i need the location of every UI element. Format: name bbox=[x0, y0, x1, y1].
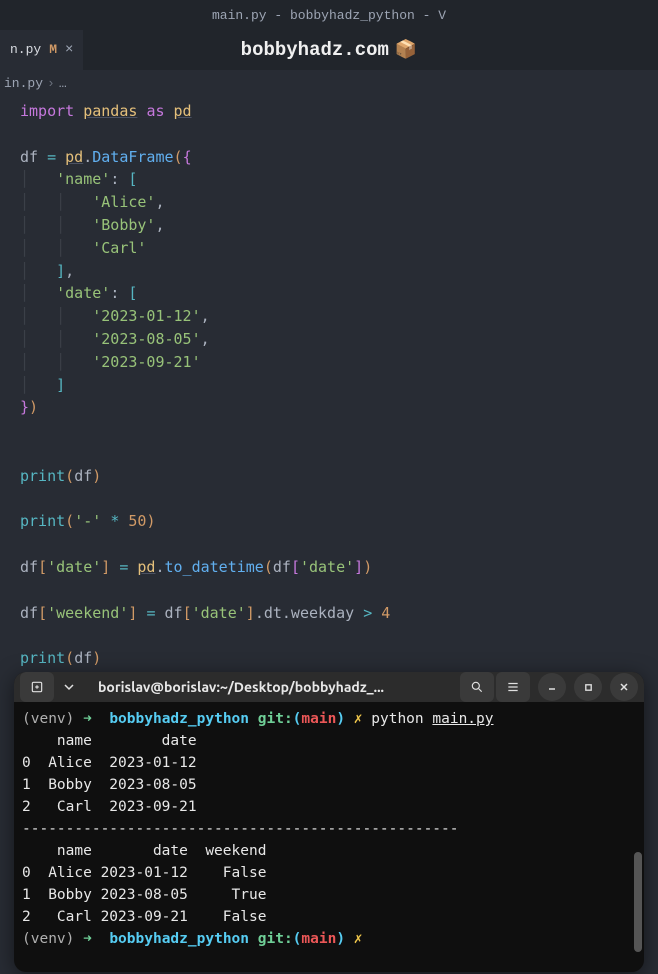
out-row-2: 2 Carl 2023-09-21 bbox=[22, 799, 197, 815]
window-titlebar: main.py - bobbyhadz_python - V bbox=[0, 0, 658, 30]
tab-main-py[interactable]: n.py M × bbox=[0, 30, 83, 70]
new-tab-button[interactable] bbox=[20, 672, 54, 702]
menu-button[interactable] bbox=[496, 672, 530, 702]
close-icon bbox=[619, 682, 629, 692]
search-icon bbox=[470, 680, 484, 694]
chevron-down-icon bbox=[64, 682, 74, 692]
out-row-1: 1 Bobby 2023-08-05 bbox=[22, 777, 197, 793]
minimize-icon bbox=[547, 682, 557, 692]
maximize-icon bbox=[584, 683, 593, 692]
editor-tabs-area: n.py M × bobbyhadz.com 📦 bbox=[0, 30, 658, 70]
code-editor[interactable]: import pandas as pd df = pd.DataFrame({ … bbox=[0, 96, 658, 670]
chevron-right-icon: › bbox=[47, 76, 55, 91]
call-to-datetime: to_datetime bbox=[165, 558, 264, 576]
prompt-venv: (venv) bbox=[22, 711, 74, 727]
out2-row-1: 1 Bobby 2023-08-05 True bbox=[22, 887, 266, 903]
breadcrumb[interactable]: in.py › … bbox=[0, 70, 658, 96]
tab-label: n.py bbox=[10, 42, 41, 57]
out-row-0: 0 Alice 2023-01-12 bbox=[22, 755, 197, 771]
print-2: print bbox=[20, 512, 65, 530]
breadcrumb-more: … bbox=[59, 76, 67, 91]
key-date: 'date' bbox=[56, 284, 110, 302]
site-banner: bobbyhadz.com 📦 bbox=[241, 39, 418, 61]
out-sep: ----------------------------------------… bbox=[22, 821, 459, 837]
tab-dropdown[interactable] bbox=[58, 672, 80, 702]
alias-pd: pd bbox=[174, 102, 192, 120]
terminal-window: borislav@borislav:~/Desktop/bobbyhadz_..… bbox=[14, 672, 644, 972]
key-name: 'name' bbox=[56, 170, 110, 188]
out2-row-2: 2 Carl 2023-09-21 False bbox=[22, 909, 266, 925]
modified-indicator: M bbox=[49, 42, 57, 57]
kw-import: import bbox=[20, 102, 74, 120]
terminal-actions bbox=[460, 672, 638, 702]
prompt-git: git: bbox=[258, 711, 293, 727]
terminal-titlebar: borislav@borislav:~/Desktop/bobbyhadz_..… bbox=[14, 672, 644, 702]
str-d3: '2023-09-21' bbox=[92, 353, 200, 371]
terminal-scrollbar[interactable] bbox=[634, 852, 642, 952]
terminal-body[interactable]: (venv) ➜ bobbyhadz_python git:(main) ✗ p… bbox=[14, 702, 644, 972]
out-header2: name date weekend bbox=[22, 843, 266, 859]
var-df: df bbox=[20, 148, 38, 166]
pd-ref: pd bbox=[65, 148, 83, 166]
print-3: print bbox=[20, 649, 65, 667]
close-icon[interactable]: × bbox=[65, 42, 73, 58]
mod-pandas: pandas bbox=[83, 102, 137, 120]
str-alice: 'Alice' bbox=[92, 193, 155, 211]
str-d1: '2023-01-12' bbox=[92, 307, 200, 325]
banner-text: bobbyhadz.com bbox=[241, 39, 389, 61]
minimize-button[interactable] bbox=[538, 673, 566, 701]
search-button[interactable] bbox=[460, 672, 494, 702]
str-carl: 'Carl' bbox=[92, 239, 146, 257]
out2-row-0: 0 Alice 2023-01-12 False bbox=[22, 865, 266, 881]
op-eq: = bbox=[47, 148, 56, 166]
prompt-dir: bobbyhadz_python bbox=[109, 711, 249, 727]
print-1: print bbox=[20, 467, 65, 485]
plus-box-icon bbox=[30, 680, 44, 694]
terminal-title: borislav@borislav:~/Desktop/bobbyhadz_..… bbox=[84, 679, 456, 695]
window-title: main.py - bobbyhadz_python - V bbox=[212, 8, 446, 23]
breadcrumb-file: in.py bbox=[4, 76, 43, 91]
prompt-arrow: ➜ bbox=[83, 711, 92, 727]
out-header1: name date bbox=[22, 733, 197, 749]
prompt-dirty: ✗ bbox=[354, 711, 363, 727]
cmd-arg: main.py bbox=[432, 711, 493, 727]
cube-icon: 📦 bbox=[395, 39, 417, 61]
hamburger-icon bbox=[506, 680, 520, 694]
cmd-python: python bbox=[371, 711, 423, 727]
prompt-branch: main bbox=[301, 711, 336, 727]
str-bobby: 'Bobby' bbox=[92, 216, 155, 234]
str-d2: '2023-08-05' bbox=[92, 330, 200, 348]
close-button[interactable] bbox=[610, 673, 638, 701]
call-dataframe: DataFrame bbox=[92, 148, 173, 166]
maximize-button[interactable] bbox=[574, 673, 602, 701]
kw-as: as bbox=[146, 102, 164, 120]
